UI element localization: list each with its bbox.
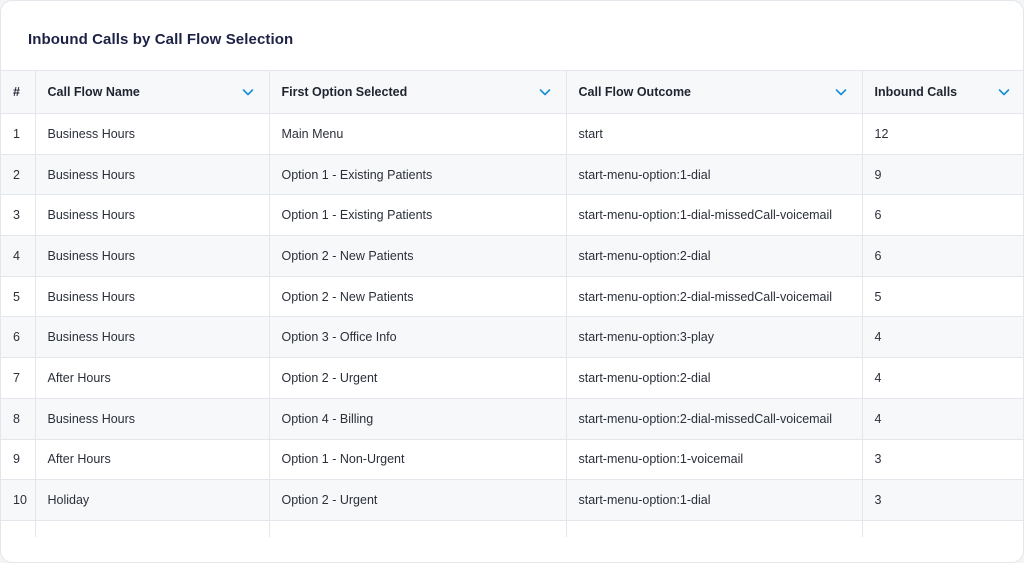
cell-index: 4 — [1, 235, 36, 277]
cell-outcome: start-menu-option:2-dial — [566, 235, 863, 277]
cell-index: 7 — [1, 357, 36, 399]
cell-inbound-calls: 5 — [862, 276, 1023, 318]
cell-outcome: start-menu-option:3-play — [566, 316, 863, 359]
table-row: 1 Business Hours Main Menu start 12 — [1, 113, 1023, 155]
header-call-flow-name[interactable]: Call Flow Name — [35, 70, 270, 114]
chevron-down-icon[interactable] — [834, 85, 848, 99]
cell-first-option: Option 2 - New Patients — [269, 276, 567, 318]
table-row: 5 Business Hours Option 2 - New Patients… — [1, 276, 1023, 318]
cell-first-option: Option 3 - Office Info — [269, 316, 567, 359]
header-outcome-label: Call Flow Outcome — [578, 85, 692, 99]
cell-inbound-calls: 4 — [862, 316, 1023, 359]
cell-inbound-calls: 6 — [862, 194, 1023, 237]
cell-empty — [566, 520, 863, 537]
cell-call-flow-name: After Hours — [35, 439, 270, 481]
cell-outcome: start-menu-option:2-dial-missedCall-voic… — [566, 398, 863, 440]
cell-outcome: start-menu-option:1-dial-missedCall-voic… — [566, 194, 863, 237]
table-row: 3 Business Hours Option 1 - Existing Pat… — [1, 194, 1023, 237]
cell-first-option: Option 2 - Urgent — [269, 479, 567, 521]
header-outcome[interactable]: Call Flow Outcome — [566, 70, 863, 114]
cell-call-flow-name: After Hours — [35, 357, 270, 399]
cell-call-flow-name: Business Hours — [35, 194, 270, 237]
cell-index: 8 — [1, 398, 36, 440]
table-row: 6 Business Hours Option 3 - Office Info … — [1, 316, 1023, 359]
cell-empty — [1, 520, 36, 537]
table-header-row: # Call Flow Name First Option Selected C… — [1, 70, 1023, 114]
cell-call-flow-name: Holiday — [35, 479, 270, 521]
cell-index: 9 — [1, 439, 36, 481]
cell-first-option: Option 4 - Billing — [269, 398, 567, 440]
calls-table: # Call Flow Name First Option Selected C… — [1, 70, 1023, 537]
cell-outcome: start — [566, 113, 863, 155]
header-call-flow-name-label: Call Flow Name — [47, 85, 140, 99]
cell-first-option: Option 1 - Existing Patients — [269, 154, 567, 196]
cell-first-option: Option 1 - Non-Urgent — [269, 439, 567, 481]
cell-index: 3 — [1, 194, 36, 237]
cell-inbound-calls: 6 — [862, 235, 1023, 277]
cell-outcome: start-menu-option:2-dial-missedCall-voic… — [566, 276, 863, 318]
cell-call-flow-name: Business Hours — [35, 154, 270, 196]
chevron-down-icon[interactable] — [241, 85, 255, 99]
cell-first-option: Option 2 - New Patients — [269, 235, 567, 277]
cell-empty — [862, 520, 1023, 537]
cell-inbound-calls: 3 — [862, 439, 1023, 481]
cell-index: 1 — [1, 113, 36, 155]
cell-inbound-calls: 9 — [862, 154, 1023, 196]
header-index: # — [1, 70, 36, 114]
table-row: 8 Business Hours Option 4 - Billing star… — [1, 398, 1023, 440]
cell-inbound-calls: 4 — [862, 398, 1023, 440]
cell-inbound-calls: 4 — [862, 357, 1023, 399]
table-row: 10 Holiday Option 2 - Urgent start-menu-… — [1, 479, 1023, 521]
table-row: 4 Business Hours Option 2 - New Patients… — [1, 235, 1023, 277]
cell-empty — [35, 520, 270, 537]
header-first-option-label: First Option Selected — [281, 85, 408, 99]
cell-call-flow-name: Business Hours — [35, 113, 270, 155]
cell-first-option: Option 1 - Existing Patients — [269, 194, 567, 237]
cell-call-flow-name: Business Hours — [35, 398, 270, 440]
header-first-option[interactable]: First Option Selected — [269, 70, 567, 114]
table-row: 2 Business Hours Option 1 - Existing Pat… — [1, 154, 1023, 196]
cell-empty — [269, 520, 567, 537]
cell-call-flow-name: Business Hours — [35, 316, 270, 359]
cell-first-option: Option 2 - Urgent — [269, 357, 567, 399]
cell-outcome: start-menu-option:1-dial — [566, 154, 863, 196]
cell-first-option: Main Menu — [269, 113, 567, 155]
cell-inbound-calls: 12 — [862, 113, 1023, 155]
table-row: 9 After Hours Option 1 - Non-Urgent star… — [1, 439, 1023, 481]
chevron-down-icon[interactable] — [997, 85, 1011, 99]
table-row: 7 After Hours Option 2 - Urgent start-me… — [1, 357, 1023, 399]
cell-index: 6 — [1, 316, 36, 359]
header-inbound-calls[interactable]: Inbound Calls — [862, 70, 1023, 114]
table-container[interactable]: # Call Flow Name First Option Selected C… — [1, 70, 1023, 537]
header-inbound-calls-label: Inbound Calls — [874, 85, 958, 99]
report-card: Inbound Calls by Call Flow Selection # C… — [0, 0, 1024, 563]
cell-call-flow-name: Business Hours — [35, 235, 270, 277]
cell-index: 5 — [1, 276, 36, 318]
cell-inbound-calls: 3 — [862, 479, 1023, 521]
cell-index: 2 — [1, 154, 36, 196]
table-row-partial — [1, 520, 1023, 537]
cell-outcome: start-menu-option:2-dial — [566, 357, 863, 399]
header-index-label: # — [13, 85, 20, 99]
cell-outcome: start-menu-option:1-voicemail — [566, 439, 863, 481]
cell-outcome: start-menu-option:1-dial — [566, 479, 863, 521]
cell-call-flow-name: Business Hours — [35, 276, 270, 318]
card-title: Inbound Calls by Call Flow Selection — [28, 31, 294, 48]
chevron-down-icon[interactable] — [538, 85, 552, 99]
cell-index: 10 — [1, 479, 36, 521]
